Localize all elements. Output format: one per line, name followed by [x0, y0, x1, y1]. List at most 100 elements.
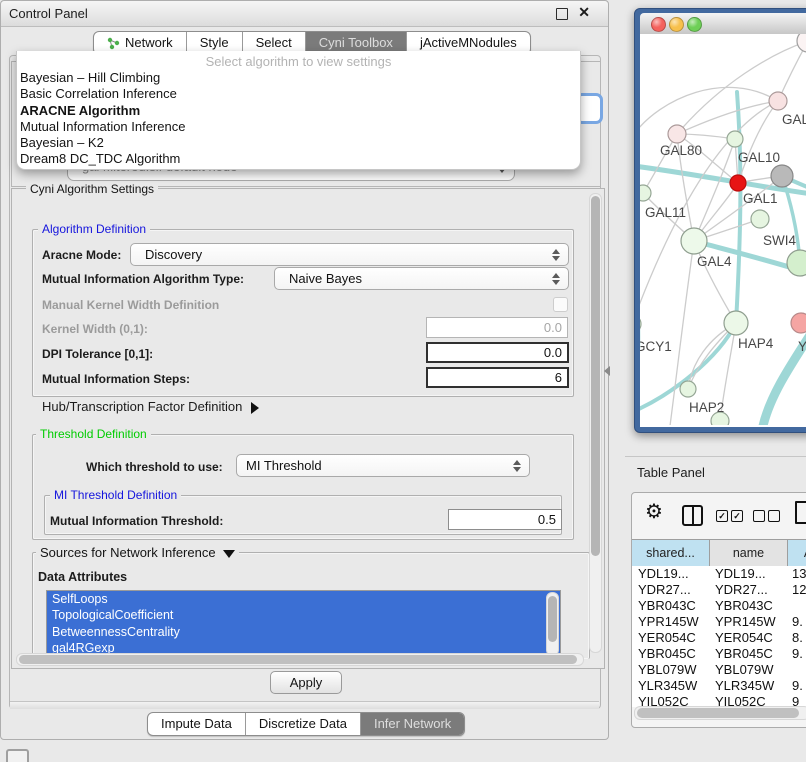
mi-threshold-field[interactable]: 0.5 — [448, 509, 562, 530]
kernel-width-field[interactable]: 0.0 — [426, 317, 568, 338]
minimize-traffic-light[interactable] — [669, 17, 684, 32]
network-node[interactable] — [771, 165, 793, 187]
tab-impute-data[interactable]: Impute Data — [148, 713, 246, 735]
table-row[interactable]: YDL19...YDL19...13 — [632, 566, 806, 582]
algorithm-dropdown-item[interactable]: Bayesian – Hill Climbing — [17, 70, 580, 86]
new-page-icon[interactable] — [795, 501, 806, 524]
table-cell: YBR043C — [709, 598, 786, 614]
settings-horizontal-scrollbar-thumb[interactable] — [19, 655, 577, 664]
collapsed-arrow-icon — [251, 402, 259, 414]
algorithm-dropdown-item[interactable]: Basic Correlation Inference — [17, 86, 580, 102]
dpi-tolerance-field[interactable]: 0.0 — [426, 342, 569, 363]
data-attribute-item[interactable]: SelfLoops — [47, 591, 560, 607]
network-node[interactable] — [730, 175, 746, 191]
network-node[interactable] — [724, 311, 748, 335]
checked-checkbox-icon[interactable]: ✓ — [716, 510, 728, 522]
table-row[interactable]: YBL079WYBL079W — [632, 662, 806, 678]
network-node[interactable] — [668, 125, 686, 143]
panel-bottom-edge — [10, 701, 599, 709]
table-horizontal-scrollbar-thumb[interactable] — [637, 708, 799, 718]
apply-button[interactable]: Apply — [270, 671, 342, 694]
network-edge[interactable] — [640, 87, 778, 134]
sources-toggle[interactable]: Sources for Network Inference — [36, 545, 239, 560]
minimized-panel-icon[interactable] — [6, 749, 29, 762]
network-node[interactable] — [680, 381, 696, 397]
dpi-tolerance-label: DPI Tolerance [0,1]: — [42, 347, 153, 361]
close-icon[interactable]: ✕ — [578, 4, 590, 21]
unchecked-checkbox-icon[interactable] — [768, 510, 780, 522]
manual-kernel-label: Manual Kernel Width Definition — [42, 298, 219, 312]
table-row[interactable]: YBR045CYBR045C9. — [632, 646, 806, 662]
table-column-header[interactable]: shared... — [632, 540, 710, 566]
data-attributes-list[interactable]: SelfLoopsTopologicalCoefficientBetweenne… — [46, 590, 561, 657]
table-column-header[interactable]: A — [788, 540, 806, 566]
hub-definition-label: Hub/Transcription Factor Definition — [42, 399, 242, 414]
unchecked-checkbox-icon[interactable] — [753, 510, 765, 522]
manual-kernel-checkbox[interactable] — [553, 297, 568, 312]
tab-infer-network[interactable]: Infer Network — [361, 713, 464, 735]
table-cell: 8. — [786, 630, 806, 646]
table-row[interactable]: YER054CYER054C8. — [632, 630, 806, 646]
which-threshold-value: MI Threshold — [237, 455, 529, 476]
zoom-traffic-light[interactable] — [687, 17, 702, 32]
data-attributes-items: SelfLoopsTopologicalCoefficientBetweenne… — [47, 591, 560, 656]
table-row[interactable]: YBR043CYBR043C — [632, 598, 806, 614]
network-canvas[interactable]: GALGAL80GAL10GAL1GAL11GAL4SWI4GCY1HAP4YH… — [640, 34, 806, 427]
split-columns-icon[interactable] — [682, 505, 703, 526]
table-row[interactable]: YPR145WYPR145W9. — [632, 614, 806, 630]
data-attributes-label: Data Attributes — [38, 570, 127, 584]
table-cell: YLR345W — [632, 678, 709, 694]
attributes-scrollbar-thumb[interactable] — [548, 596, 557, 642]
table-cell: YER054C — [709, 630, 786, 646]
aracne-mode-combo[interactable]: Discovery — [130, 243, 569, 266]
tab-discretize-data[interactable]: Discretize Data — [246, 713, 361, 735]
table-column-header[interactable]: name — [710, 540, 788, 566]
table-cell: 9. — [786, 646, 806, 662]
network-node[interactable] — [769, 92, 787, 110]
close-traffic-light[interactable] — [651, 17, 666, 32]
network-graph: GALGAL80GAL10GAL1GAL11GAL4SWI4GCY1HAP4YH… — [640, 34, 806, 425]
split-pane-collapse-arrow[interactable] — [604, 366, 610, 376]
algorithm-dropdown-item[interactable]: Dream8 DC_TDC Algorithm — [17, 151, 580, 167]
float-window-icon[interactable] — [556, 8, 568, 20]
data-attribute-item[interactable]: BetweennessCentrality — [47, 624, 560, 640]
settings-vertical-scrollbar-thumb[interactable] — [591, 196, 600, 556]
network-node[interactable] — [791, 313, 806, 333]
mi-type-combo[interactable]: Naive Bayes — [274, 267, 569, 290]
network-node[interactable] — [681, 228, 707, 254]
hub-definition-toggle[interactable]: Hub/Transcription Factor Definition — [42, 399, 259, 414]
table-cell: YDR27... — [709, 582, 786, 598]
table-cell — [786, 598, 806, 614]
network-edge[interactable] — [670, 241, 694, 425]
network-node[interactable] — [751, 210, 769, 228]
network-node[interactable] — [787, 250, 806, 276]
table-row[interactable]: YDR27...YDR27...12 — [632, 582, 806, 598]
sources-title: Sources for Network Inference — [40, 545, 216, 560]
table-horizontal-scrollbar[interactable] — [634, 706, 806, 720]
control-panel-title: Control Panel — [9, 6, 88, 21]
algorithm-dropdown-item[interactable]: ARACNE Algorithm — [17, 103, 580, 119]
network-edge-highlighted[interactable] — [640, 323, 736, 412]
mi-steps-field[interactable]: 6 — [426, 367, 569, 388]
algorithm-dropdown-item[interactable]: Bayesian – K2 — [17, 135, 580, 151]
table-cell: YLR345W — [709, 678, 786, 694]
table-cell: 9. — [786, 614, 806, 630]
table-row[interactable]: YLR345WYLR345W9. — [632, 678, 806, 694]
control-panel-window: Control Panel ✕ Network Style Select Cyn… — [0, 0, 609, 740]
network-node[interactable] — [640, 185, 651, 201]
network-node[interactable] — [797, 34, 806, 52]
which-threshold-combo[interactable]: MI Threshold — [236, 454, 530, 477]
table-cell: YDL19... — [709, 566, 786, 582]
network-node[interactable] — [727, 131, 743, 147]
checked-checkbox-icon[interactable]: ✓ — [731, 510, 743, 522]
algorithm-dropdown-item[interactable]: Mutual Information Inference — [17, 119, 580, 135]
gear-icon[interactable]: ⚙ — [645, 502, 663, 522]
table-cell: YPR145W — [632, 614, 709, 630]
data-attribute-item[interactable]: TopologicalCoefficient — [47, 607, 560, 623]
mi-threshold-label: Mutual Information Threshold: — [50, 514, 223, 528]
table-cell: YBL079W — [709, 662, 786, 678]
settings-vertical-scrollbar[interactable] — [589, 193, 602, 653]
kernel-width-label: Kernel Width (0,1): — [42, 322, 148, 336]
attributes-scrollbar[interactable] — [546, 592, 559, 656]
settings-horizontal-scrollbar[interactable] — [16, 653, 584, 666]
